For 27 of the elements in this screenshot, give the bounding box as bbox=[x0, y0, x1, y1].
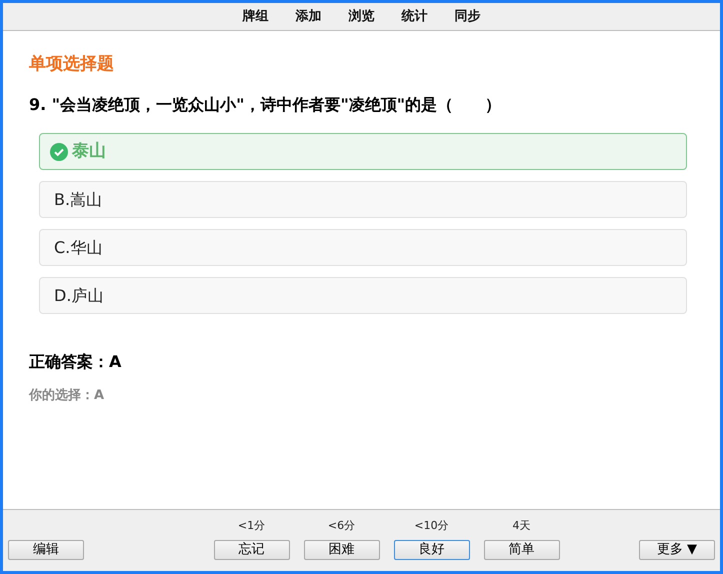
interval-label: <1分 bbox=[238, 518, 266, 534]
menu-item[interactable]: 牌组 bbox=[242, 6, 268, 26]
menu-item[interactable]: 浏览 bbox=[348, 6, 374, 26]
option-text: D.庐山 bbox=[54, 284, 104, 306]
option-text: B.嵩山 bbox=[54, 188, 102, 210]
interval-label: 4天 bbox=[512, 518, 530, 534]
check-circle-icon bbox=[50, 142, 68, 160]
menu-item[interactable]: 同步 bbox=[454, 6, 480, 26]
your-choice-text: 你的选择：A bbox=[29, 387, 106, 405]
menu-item[interactable]: 统计 bbox=[402, 6, 428, 26]
menu-item[interactable]: 添加 bbox=[296, 6, 322, 26]
answer-option[interactable]: D.庐山 bbox=[39, 277, 687, 314]
correct-answer-text: 正确答案：A bbox=[29, 351, 122, 373]
edit-button[interactable]: 编辑 bbox=[8, 540, 84, 560]
answer-ease-button[interactable]: 良好 bbox=[394, 540, 470, 560]
answer-option[interactable]: C.华山 bbox=[39, 229, 687, 266]
question-type-heading: 单项选择题 bbox=[29, 53, 115, 75]
answer-ease-button[interactable]: 困难 bbox=[304, 540, 380, 560]
answer-ease-button[interactable]: 简单 bbox=[484, 540, 560, 560]
interval-label: <6分 bbox=[328, 518, 356, 534]
interval-label: <10分 bbox=[414, 518, 449, 534]
option-text: C.华山 bbox=[54, 236, 102, 258]
more-button[interactable]: 更多 ▼ bbox=[639, 540, 715, 560]
question-text: 9. "会当凌绝顶，一览众山小"，诗中作者要"凌绝顶"的是（ ） bbox=[29, 94, 502, 116]
answer-option[interactable]: B.嵩山 bbox=[39, 181, 687, 218]
option-text: 泰山 bbox=[72, 140, 106, 163]
answer-ease-button[interactable]: 忘记 bbox=[214, 540, 290, 560]
